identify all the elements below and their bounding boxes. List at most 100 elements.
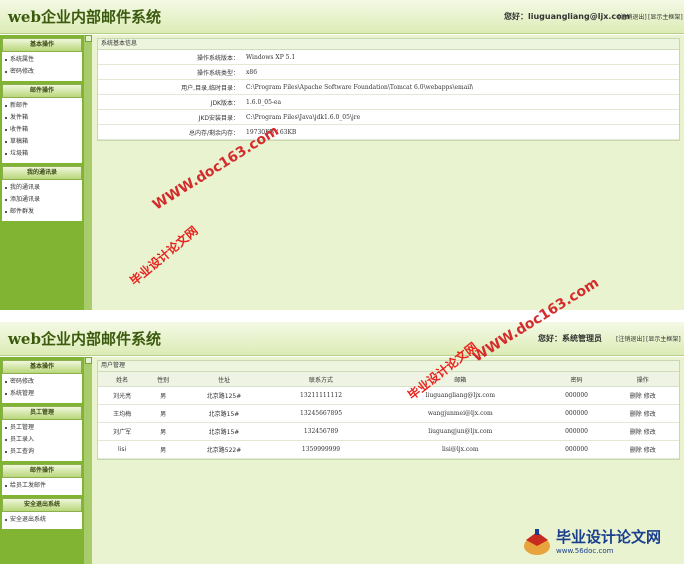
screenshot-user-system-info: web企业内部邮件系统 您好：liuguangliang@ljx.com [注销… — [0, 0, 684, 310]
menu-group-header[interactable]: 邮件操作 — [2, 84, 82, 98]
user-name-cell: 刘光亮 — [98, 386, 147, 405]
edit-link[interactable]: 修改 — [644, 393, 656, 400]
info-row: 操作系统类型： x86 — [98, 64, 679, 80]
info-row: 用户,目录,临时目录： C:\Program Files\Apache Softw… — [98, 79, 679, 95]
menu-item-employee-entry[interactable]: 员工录入 — [2, 434, 82, 446]
logout-link[interactable]: [注销退出] — [618, 12, 647, 21]
menu-group-header[interactable]: 邮件操作 — [2, 464, 82, 478]
info-value: Windows XP 5.1 — [242, 50, 679, 65]
info-key: 操作系统类型： — [98, 64, 242, 80]
delete-link[interactable]: 删除 — [630, 411, 642, 418]
gender-cell: 男 — [146, 386, 181, 405]
menu-group-mail: 邮件操作 给员工发邮件 — [2, 464, 82, 495]
menu-item-system-admin[interactable]: 系统管理 — [2, 388, 82, 400]
info-row: JKD安装目录： C:\Program Files\Java\jdk1.6.0_0… — [98, 109, 679, 125]
user-name-cell: 刘广军 — [98, 422, 147, 441]
address-cell: 北京路15# — [180, 422, 268, 441]
phone-cell: 132456789 — [267, 422, 375, 441]
menu-item-trash[interactable]: 垃圾箱 — [2, 148, 82, 160]
delete-link[interactable]: 删除 — [630, 429, 642, 436]
column-header: 邮箱 — [374, 372, 547, 387]
menu-item-employee-search[interactable]: 员工查询 — [2, 446, 82, 458]
user-greeting: 您好：系统管理员 — [538, 334, 602, 343]
logo-url: www.56doc.com — [556, 547, 614, 555]
menu-group-header[interactable]: 员工管理 — [2, 406, 82, 420]
email-cell: liuguangliang@ljx.com — [374, 386, 547, 405]
sidebar-splitter[interactable] — [84, 35, 92, 310]
menu-item-bulk-mail[interactable]: 邮件群发 — [2, 206, 82, 218]
email-cell: liuguangjun@ljx.com — [374, 422, 547, 441]
logout-link[interactable]: [注销退出] — [616, 334, 645, 343]
gender-cell: 男 — [146, 404, 181, 423]
info-row: 总内存/剩余内存： 19730KB / 63KB — [98, 124, 679, 140]
column-header: 联系方式 — [267, 372, 375, 387]
table-row: 刘光亮男北京路125# 13211111112 liuguangliang@ljx.… — [98, 386, 679, 405]
actions-cell: 删除 修改 — [606, 422, 679, 441]
menu-group-mail: 邮件操作 新邮件 发件箱 收件箱 草稿箱 垃圾箱 — [2, 84, 82, 163]
info-key: 操作系统版本： — [98, 50, 242, 65]
menu-item-change-password[interactable]: 密码修改 — [2, 66, 82, 78]
menu-item-add-contact[interactable]: 添加通讯录 — [2, 194, 82, 206]
address-cell: 北京路15# — [180, 404, 268, 423]
menu-group-header[interactable]: 安全退出系统 — [2, 498, 82, 512]
menu-group-header[interactable]: 基本操作 — [2, 38, 82, 52]
column-header: 姓名 — [98, 372, 147, 387]
phone-cell: 13245667895 — [267, 404, 375, 423]
info-value: 19730KB / 63KB — [242, 124, 679, 140]
gender-cell: 男 — [146, 440, 181, 459]
address-cell: 北京路125# — [180, 386, 268, 405]
user-management-panel: 用户管理 姓名 性别 住址 联系方式 邮箱 密码 操作 刘光亮男北京路125# 1321111… — [97, 360, 680, 460]
menu-group-basic: 基本操作 密码修改 系统管理 — [2, 360, 82, 403]
info-key: JKD安装目录： — [98, 109, 242, 125]
app-title: web企业内部邮件系统 — [8, 8, 161, 26]
logo-text: 毕业设计论文网 — [556, 528, 662, 546]
top-header: web企业内部邮件系统 您好：liuguangliang@ljx.com [注销… — [0, 0, 684, 34]
main-content: 系统基本信息 操作系统版本： Windows XP 5.1 操作系统类型： x86 用户… — [92, 35, 684, 310]
menu-item-safe-logout[interactable]: 安全退出系统 — [2, 514, 82, 526]
actions-cell: 删除 修改 — [606, 440, 679, 459]
show-main-frame-link[interactable]: [显示主框架] — [646, 334, 681, 343]
sidebar: 基本操作 密码修改 系统管理 员工管理 员工管理 员工录入 员工查询 邮件操作 … — [0, 357, 84, 564]
info-key: 总内存/剩余内存： — [98, 124, 242, 140]
menu-group-logout: 安全退出系统 安全退出系统 — [2, 498, 82, 529]
menu-item-mail-employees[interactable]: 给员工发邮件 — [2, 480, 82, 492]
delete-link[interactable]: 删除 — [630, 447, 642, 454]
password-cell: 000000 — [546, 386, 607, 405]
menu-item-inbox[interactable]: 收件箱 — [2, 124, 82, 136]
menu-item-system-properties[interactable]: 系统属性 — [2, 54, 82, 66]
menu-item-outbox[interactable]: 发件箱 — [2, 112, 82, 124]
panel-title: 系统基本信息 — [98, 39, 679, 50]
delete-link[interactable]: 删除 — [630, 393, 642, 400]
collapse-toggle-icon[interactable] — [85, 357, 92, 364]
actions-cell: 删除 修改 — [606, 386, 679, 405]
menu-item-new-mail[interactable]: 新邮件 — [2, 100, 82, 112]
menu-item-employee-management[interactable]: 员工管理 — [2, 422, 82, 434]
phone-cell: 13211111112 — [267, 386, 375, 405]
menu-group-header[interactable]: 基本操作 — [2, 360, 82, 374]
info-row: 操作系统版本： Windows XP 5.1 — [98, 50, 679, 65]
info-value: 1.6.0_05-ea — [242, 94, 679, 110]
panel-title: 用户管理 — [98, 361, 679, 372]
collapse-toggle-icon[interactable] — [85, 35, 92, 42]
app-title: web企业内部邮件系统 — [8, 330, 161, 348]
column-header: 密码 — [546, 372, 607, 387]
menu-group-contacts: 我的通讯录 我的通讯录 添加通讯录 邮件群发 — [2, 166, 82, 221]
info-value: C:\Program Files\Apache Software Foundat… — [242, 79, 679, 95]
sidebar-splitter[interactable] — [84, 357, 92, 564]
edit-link[interactable]: 修改 — [644, 429, 656, 436]
show-main-frame-link[interactable]: [显示主框架] — [648, 12, 683, 21]
menu-group-header[interactable]: 我的通讯录 — [2, 166, 82, 180]
column-header: 性别 — [146, 372, 181, 387]
edit-link[interactable]: 修改 — [644, 411, 656, 418]
menu-group-employees: 员工管理 员工管理 员工录入 员工查询 — [2, 406, 82, 461]
menu-item-change-password[interactable]: 密码修改 — [2, 376, 82, 388]
table-row: 刘广军男北京路15# 132456789 liuguangjun@ljx.com 00… — [98, 422, 679, 441]
top-header: web企业内部邮件系统 您好：系统管理员 [注销退出] [显示主框架] — [0, 322, 684, 356]
edit-link[interactable]: 修改 — [644, 447, 656, 454]
password-cell: 000000 — [546, 422, 607, 441]
user-greeting: 您好：liuguangliang@ljx.com — [504, 12, 630, 21]
menu-group-basic: 基本操作 系统属性 密码修改 — [2, 38, 82, 81]
menu-item-my-contacts[interactable]: 我的通讯录 — [2, 182, 82, 194]
info-value: x86 — [242, 64, 679, 80]
menu-item-drafts[interactable]: 草稿箱 — [2, 136, 82, 148]
